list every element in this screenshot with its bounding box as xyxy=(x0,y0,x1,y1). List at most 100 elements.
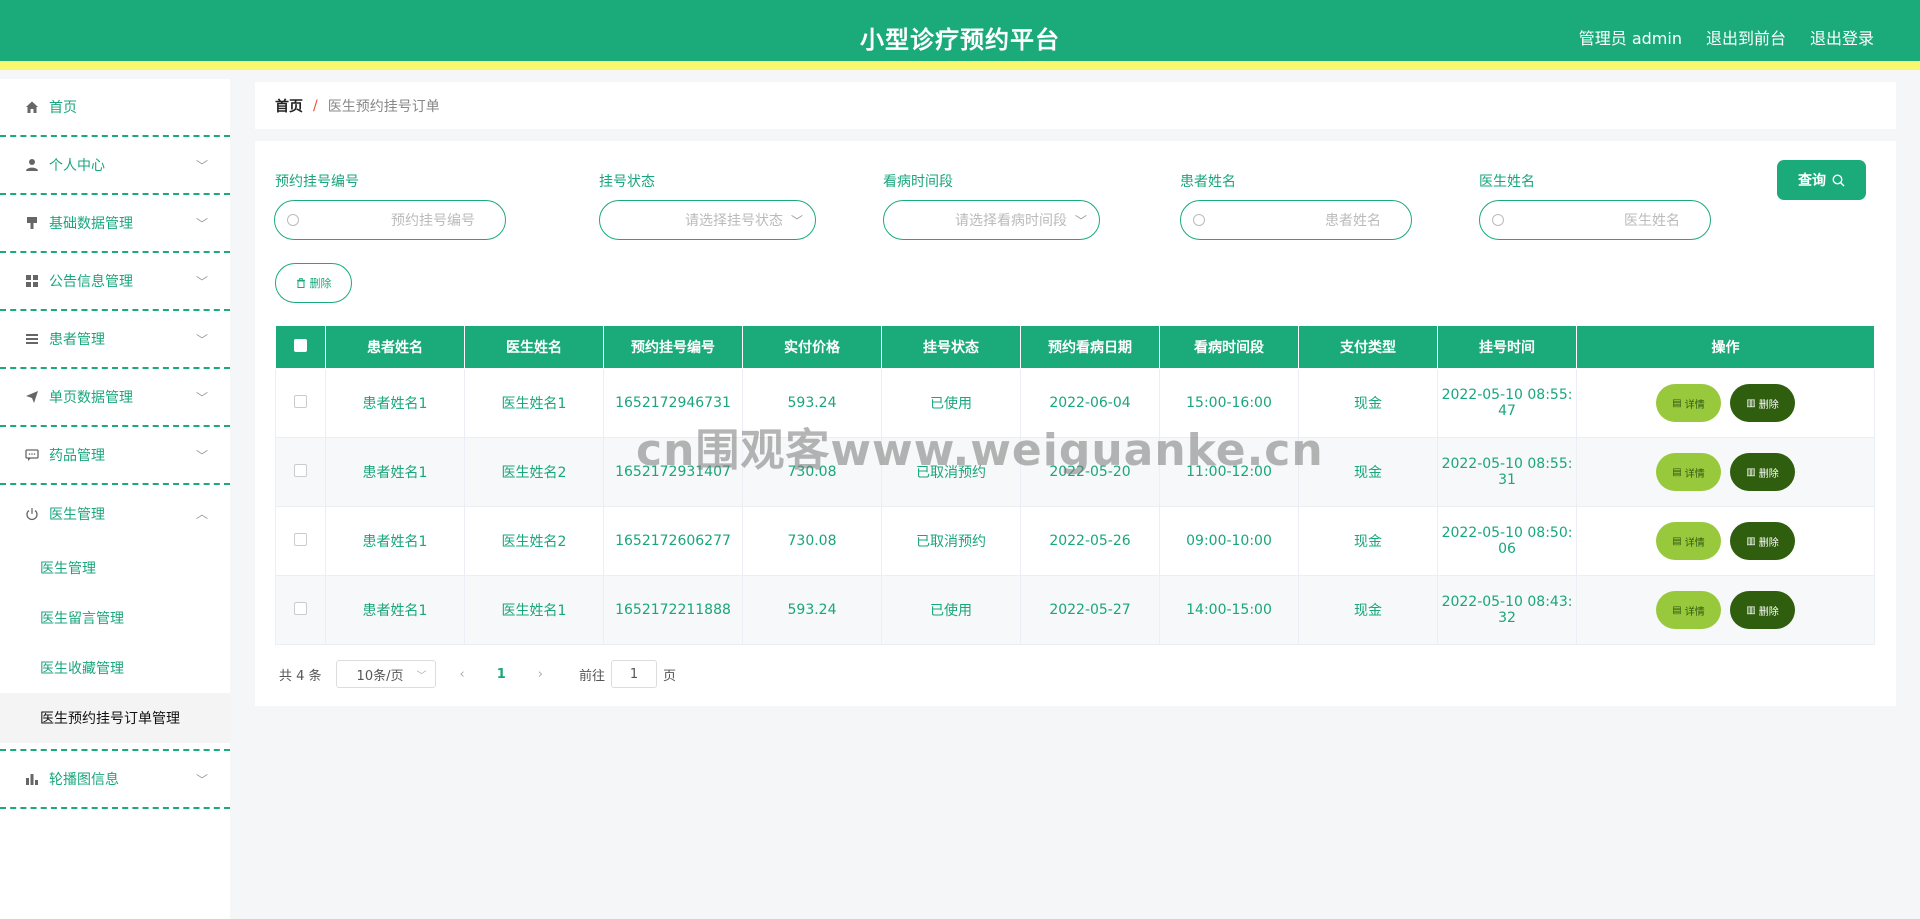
goto-page-input[interactable]: 1 xyxy=(611,660,658,688)
delete-button[interactable]: ▥ 删除 xyxy=(1730,522,1795,560)
submenu-doctor-order[interactable]: 医生预约挂号订单管理 xyxy=(0,693,230,743)
table-row: 患者姓名1 医生姓名2 1652172606277 730.08 已取消预约 2… xyxy=(275,506,1875,576)
status-select[interactable]: 请选择挂号状态 ﹀ xyxy=(599,200,816,240)
cell-pay: 现金 xyxy=(1298,575,1438,645)
col-header: 挂号时间 xyxy=(1437,325,1577,369)
col-header: 看病时间段 xyxy=(1159,325,1299,369)
row-checkbox[interactable] xyxy=(294,601,307,615)
admin-label[interactable]: 管理员 admin xyxy=(1579,25,1682,49)
cell-actions: ▤ 详情 ▥ 删除 xyxy=(1576,506,1875,576)
chevron-down-icon: ﹀ xyxy=(195,333,208,347)
cell-date: 2022-05-27 xyxy=(1020,575,1160,645)
sidebar-item-patient[interactable]: 患者管理 ﹀ xyxy=(0,311,230,369)
cell-pay: 现金 xyxy=(1298,506,1438,576)
sidebar-item-notice[interactable]: 公告信息管理 ﹀ xyxy=(0,253,230,311)
order-no-placeholder: 预约挂号编号 xyxy=(391,213,475,229)
status-label: 挂号状态 xyxy=(599,174,655,190)
query-button[interactable]: 查询 xyxy=(1777,160,1866,200)
row-select-cell xyxy=(275,575,326,645)
order-no-input[interactable]: 预约挂号编号 xyxy=(274,200,506,240)
cell-time: 2022-05-10 08:55: 47 xyxy=(1437,368,1577,438)
page-number[interactable]: 1 xyxy=(497,667,506,682)
back-to-front-link[interactable]: 退出到前台 xyxy=(1706,25,1786,49)
col-header: 预约挂号编号 xyxy=(603,325,743,369)
document-icon: ▤ xyxy=(1672,535,1682,547)
patient-input[interactable]: 患者姓名 xyxy=(1180,200,1412,240)
patient-label: 患者姓名 xyxy=(1180,174,1236,190)
chevron-down-icon: ﹀ xyxy=(195,275,208,289)
detail-button[interactable]: ▤ 详情 xyxy=(1656,453,1721,491)
cell-actions: ▤ 详情 ▥ 删除 xyxy=(1576,368,1875,438)
period-select[interactable]: 请选择看病时间段 ﹀ xyxy=(883,200,1100,240)
search-icon xyxy=(1832,173,1845,186)
detail-button[interactable]: ▤ 详情 xyxy=(1656,591,1721,629)
submenu-doctor-message[interactable]: 医生留言管理 xyxy=(0,593,230,643)
sidebar-item-medicine[interactable]: 药品管理 ﹀ xyxy=(0,427,230,485)
prev-page-icon[interactable]: ‹ xyxy=(460,667,465,682)
submenu-doctor-favorite[interactable]: 医生收藏管理 xyxy=(0,643,230,693)
doctor-submenu: 医生管理 医生留言管理 医生收藏管理 医生预约挂号订单管理 xyxy=(0,543,230,751)
detail-label: 详情 xyxy=(1684,399,1705,411)
trash-icon: ▥ xyxy=(1746,604,1756,616)
cell-doctor: 医生姓名1 xyxy=(464,575,604,645)
breadcrumb-home[interactable]: 首页 xyxy=(275,96,303,116)
search-icon xyxy=(287,214,299,226)
cell-price: 593.24 xyxy=(742,575,882,645)
sidebar-item-personal[interactable]: 个人中心 ﹀ xyxy=(0,137,230,195)
detail-button[interactable]: ▤ 详情 xyxy=(1656,384,1721,422)
sidebar-item-label: 医生管理 xyxy=(49,507,105,523)
cell-order-no: 1652172606277 xyxy=(603,506,743,576)
search-icon xyxy=(1492,214,1504,226)
detail-button[interactable]: ▤ 详情 xyxy=(1656,522,1721,560)
submenu-doctor-manage[interactable]: 医生管理 xyxy=(0,543,230,593)
list-icon xyxy=(24,331,40,347)
select-all-checkbox[interactable] xyxy=(294,338,307,352)
delete-button[interactable]: ▥ 删除 xyxy=(1730,384,1795,422)
sidebar-item-single-page[interactable]: 单页数据管理 ﹀ xyxy=(0,369,230,427)
doctor-input[interactable]: 医生姓名 xyxy=(1479,200,1711,240)
select-all-cell xyxy=(275,325,326,369)
cell-time-line1: 2022-05-10 08:55: xyxy=(1441,456,1573,472)
row-checkbox[interactable] xyxy=(294,394,307,408)
row-checkbox[interactable] xyxy=(294,463,307,477)
chevron-up-icon: ︿ xyxy=(195,507,208,521)
total-count: 共 4 条 xyxy=(279,668,322,684)
goto-label: 前往 xyxy=(579,668,606,684)
status-placeholder: 请选择挂号状态 xyxy=(684,213,783,229)
sidebar-item-base-data[interactable]: 基础数据管理 ﹀ xyxy=(0,195,230,253)
orders-table: 患者姓名 医生姓名 预约挂号编号 实付价格 挂号状态 预约看病日期 看病时间段 … xyxy=(275,325,1875,645)
detail-label: 详情 xyxy=(1684,606,1705,618)
top-header: 小型诊疗预约平台 管理员 admin 退出到前台 退出登录 xyxy=(0,0,1920,70)
breadcrumb: 首页 / 医生预约挂号订单 xyxy=(255,82,1896,129)
document-icon: ▤ xyxy=(1672,604,1682,616)
chevron-down-icon: ﹀ xyxy=(195,391,208,405)
batch-delete-label: 删除 xyxy=(309,277,332,290)
col-header: 预约看病日期 xyxy=(1020,325,1160,369)
grid-icon xyxy=(24,273,40,289)
chevron-down-icon: ﹀ xyxy=(416,670,427,682)
search-icon xyxy=(1193,214,1205,226)
row-checkbox[interactable] xyxy=(294,532,307,546)
delete-button[interactable]: ▥ 删除 xyxy=(1730,453,1795,491)
document-icon: ▤ xyxy=(1672,397,1682,409)
sidebar-item-doctor[interactable]: 医生管理 ︿ xyxy=(0,485,230,543)
page-size-select[interactable]: 10条/页 ﹀ xyxy=(335,660,436,688)
cell-status: 已取消预约 xyxy=(881,506,1021,576)
col-header: 操作 xyxy=(1576,325,1875,369)
next-page-icon[interactable]: › xyxy=(538,667,543,682)
cell-period: 09:00-10:00 xyxy=(1159,506,1299,576)
cell-date: 2022-05-26 xyxy=(1020,506,1160,576)
page-size-value: 10条/页 xyxy=(356,668,404,684)
logout-link[interactable]: 退出登录 xyxy=(1810,25,1874,49)
cell-price: 730.08 xyxy=(742,506,882,576)
cell-patient: 患者姓名1 xyxy=(325,437,465,507)
batch-delete-button[interactable]: 删除 xyxy=(275,263,352,303)
delete-button[interactable]: ▥ 删除 xyxy=(1730,591,1795,629)
sidebar-item-carousel[interactable]: 轮播图信息 ﹀ xyxy=(0,751,230,809)
cell-time-line1: 2022-05-10 08:43: xyxy=(1441,594,1573,610)
trash-icon: ▥ xyxy=(1746,466,1756,478)
sidebar-item-label: 单页数据管理 xyxy=(49,390,133,406)
delete-label: 删除 xyxy=(1758,537,1779,549)
power-icon xyxy=(24,506,40,522)
sidebar-item-home[interactable]: 首页 xyxy=(0,79,230,137)
